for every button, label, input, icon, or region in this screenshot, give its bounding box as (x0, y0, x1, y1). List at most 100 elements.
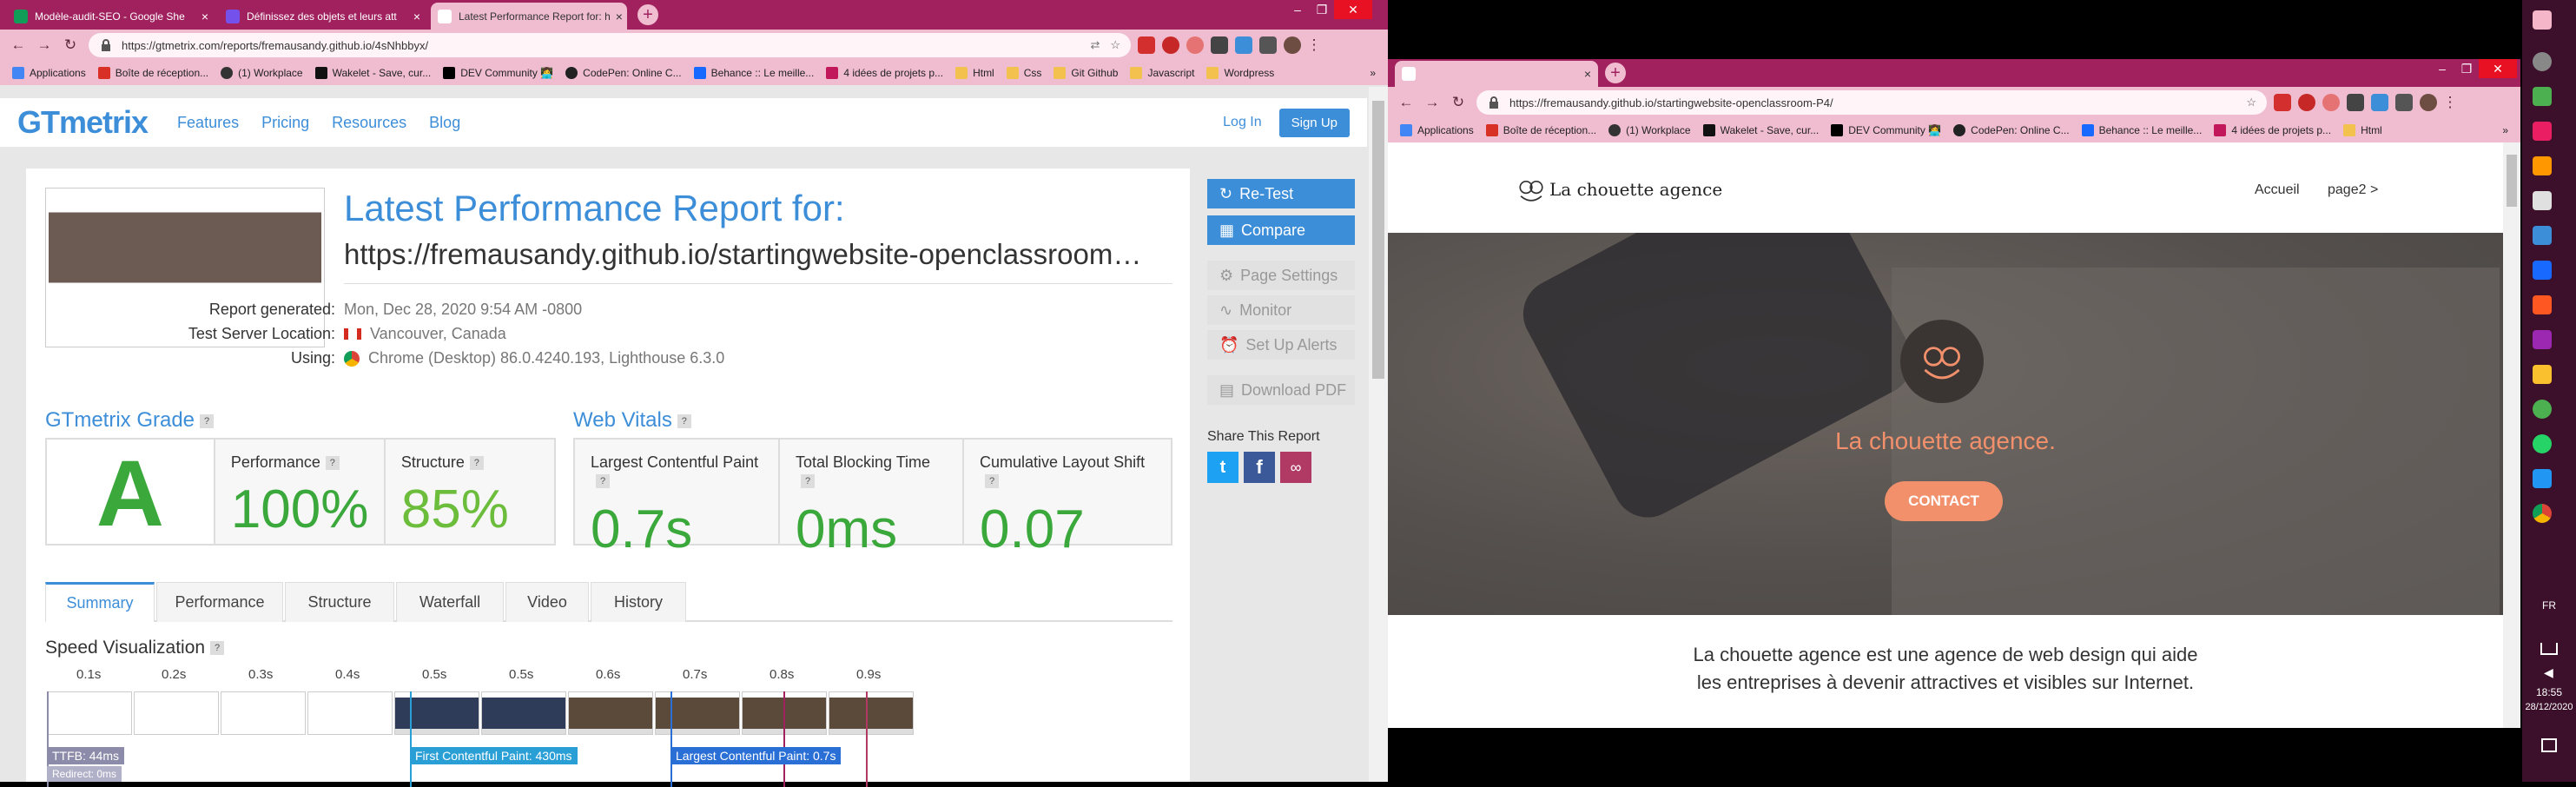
tab-openclassrooms[interactable]: Définissez des objets et leurs att × (219, 3, 427, 30)
scrollbar-thumb[interactable] (1372, 101, 1384, 379)
app-icon[interactable] (2533, 156, 2552, 175)
bookmark-folder[interactable]: Git Github (1054, 67, 1118, 79)
star-icon[interactable]: ☆ (1110, 38, 1120, 52)
help-icon[interactable]: ? (596, 474, 610, 489)
maximize-icon[interactable]: ❐ (2454, 59, 2479, 78)
network-icon[interactable] (2540, 643, 2558, 655)
bookmark-item[interactable]: DEV Community 👩‍💻 (1831, 124, 1941, 136)
volume-icon[interactable]: ◀ (2544, 665, 2553, 680)
login-link[interactable]: Log In (1223, 115, 1261, 130)
close-icon[interactable]: × (1579, 67, 1591, 81)
close-icon[interactable]: × (196, 10, 208, 23)
bookmark-item[interactable]: Applications (1400, 124, 1474, 136)
tab-structure[interactable]: Structure (285, 582, 394, 622)
more-bookmarks-button[interactable]: » (1370, 67, 1376, 79)
site-brand[interactable]: La chouette agence (1549, 179, 1722, 200)
app-icon[interactable] (2533, 226, 2552, 245)
extension-icon[interactable] (1235, 36, 1252, 54)
more-bookmarks-button[interactable]: » (2502, 124, 2508, 136)
report-url[interactable]: https://fremausandy.github.io/startingwe… (344, 238, 1178, 271)
menu-icon[interactable]: ⋮ (2437, 94, 2463, 111)
bookmark-item[interactable]: Wakelet - Save, cur... (1702, 124, 1819, 136)
tab-waterfall[interactable]: Waterfall (396, 582, 504, 622)
tab-history[interactable]: History (591, 582, 686, 622)
bookmark-folder[interactable]: Css (1006, 67, 1041, 79)
filmstrip-frame[interactable] (829, 691, 914, 735)
app-icon[interactable] (2533, 122, 2552, 141)
address-bar[interactable]: https://gtmetrix.com/reports/fremausandy… (89, 33, 1131, 57)
bookmark-item[interactable]: 4 idées de projets p... (2214, 124, 2331, 136)
maximize-icon[interactable]: ❐ (1310, 0, 1334, 19)
alerts-button[interactable]: ⏰ Set Up Alerts (1207, 330, 1355, 360)
start-icon[interactable] (2533, 10, 2552, 30)
help-icon[interactable]: ? (985, 474, 999, 489)
filmstrip-frame[interactable] (47, 691, 132, 735)
tab-site[interactable]: × (1395, 61, 1598, 87)
close-window-icon[interactable]: ✕ (1334, 0, 1372, 19)
back-icon[interactable]: ← (1393, 94, 1419, 111)
tab-performance[interactable]: Performance (156, 582, 283, 622)
bookmark-item[interactable]: Applications (12, 67, 86, 79)
extension-icon[interactable] (1211, 36, 1228, 54)
search-icon[interactable] (2533, 52, 2552, 71)
right-scrollbar[interactable] (2503, 142, 2520, 728)
nav-blog[interactable]: Blog (429, 114, 460, 132)
app-icon[interactable] (2533, 469, 2552, 488)
chrome-icon[interactable] (2533, 504, 2552, 523)
tab-summary[interactable]: Summary (45, 582, 155, 622)
retest-button[interactable]: ↻ Re-Test (1207, 179, 1355, 208)
nav-resources[interactable]: Resources (332, 114, 406, 132)
bookmark-item[interactable]: (1) Workplace (1608, 124, 1691, 136)
address-bar[interactable]: https://fremausandy.github.io/startingwe… (1476, 90, 2267, 115)
page-settings-button[interactable]: ⚙ Page Settings (1207, 261, 1355, 290)
filmstrip-frame[interactable] (307, 691, 393, 735)
monitor-button[interactable]: ∿ Monitor (1207, 295, 1355, 325)
filmstrip-frame[interactable] (655, 691, 740, 735)
bookmark-folder[interactable]: Javascript (1130, 67, 1194, 79)
help-icon[interactable]: ? (325, 456, 340, 471)
bookmark-item[interactable]: Boîte de réception... (1485, 124, 1596, 136)
app-icon[interactable] (2533, 295, 2552, 314)
clock-time[interactable]: 18:55 (2522, 686, 2576, 698)
contact-button[interactable]: CONTACT (1885, 481, 2003, 521)
download-pdf-button[interactable]: ▤ Download PDF (1207, 375, 1355, 405)
filmstrip-frame[interactable] (481, 691, 566, 735)
share-link-icon[interactable]: ∞ (1280, 452, 1311, 483)
avatar[interactable] (1284, 36, 1301, 54)
bookmark-item[interactable]: Behance :: Le meille... (693, 67, 814, 79)
close-icon[interactable]: × (408, 10, 420, 23)
gtmetrix-logo[interactable]: GTmetrix (17, 104, 149, 141)
site-nav-accueil[interactable]: Accueil (2255, 182, 2300, 198)
reload-icon[interactable]: ↻ (1445, 94, 1471, 111)
reload-icon[interactable]: ↻ (57, 36, 83, 54)
minimize-icon[interactable]: – (2430, 59, 2454, 78)
app-icon[interactable] (2533, 434, 2552, 453)
bookmark-item[interactable]: CodePen: Online C... (565, 67, 682, 79)
page-screenshot-thumbnail[interactable] (45, 188, 325, 347)
help-icon[interactable]: ? (469, 456, 484, 471)
help-icon[interactable]: ? (801, 474, 815, 489)
translate-icon[interactable]: ⇄ (1090, 38, 1100, 52)
extension-icon[interactable] (1186, 36, 1204, 54)
app-icon[interactable] (2533, 400, 2552, 419)
tab-gtmetrix[interactable]: Latest Performance Report for: h × (431, 3, 627, 30)
tab-sheets[interactable]: Modèle-audit-SEO - Google She × (7, 3, 215, 30)
app-icon[interactable] (2533, 365, 2552, 384)
new-tab-button[interactable]: + (1605, 63, 1626, 83)
nav-features[interactable]: Features (177, 114, 239, 132)
back-icon[interactable]: ← (5, 36, 31, 54)
close-window-icon[interactable]: ✕ (2479, 59, 2517, 78)
clock-date[interactable]: 28/12/2020 (2522, 702, 2576, 712)
filmstrip-frame[interactable] (221, 691, 306, 735)
bookmark-item[interactable]: DEV Community 👩‍💻 (443, 67, 553, 79)
new-tab-button[interactable]: + (637, 4, 658, 25)
star-icon[interactable]: ☆ (2246, 96, 2256, 109)
close-icon[interactable]: × (611, 10, 623, 23)
bookmark-item[interactable]: Boîte de réception... (97, 67, 208, 79)
avatar[interactable] (2420, 94, 2437, 111)
language-indicator[interactable]: FR (2522, 599, 2576, 612)
site-nav-page2[interactable]: page2 > (2328, 182, 2378, 198)
bookmark-item[interactable]: (1) Workplace (221, 67, 303, 79)
puzzle-icon[interactable] (1259, 36, 1277, 54)
bookmark-folder[interactable]: Html (955, 67, 994, 79)
